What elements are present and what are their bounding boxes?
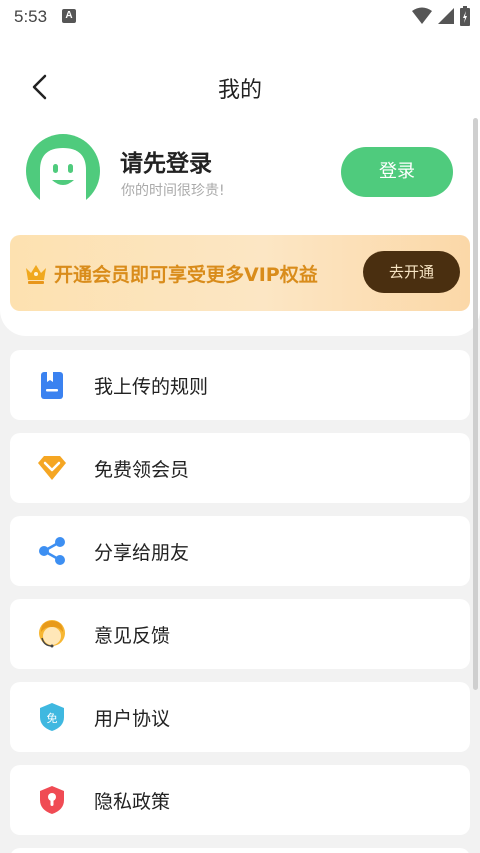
customer-service-icon xyxy=(39,620,65,648)
menu-item-label: 隐私政策 xyxy=(94,791,171,813)
menu-item-label: 免费领会员 xyxy=(94,459,190,481)
menu-item-label: 分享给朋友 xyxy=(94,542,190,564)
menu-item-feedback[interactable]: 意见反馈 xyxy=(10,599,470,669)
signal-icon xyxy=(438,8,454,24)
menu-item-label: 我上传的规则 xyxy=(94,376,209,398)
menu-item-share[interactable]: 分享给朋友 xyxy=(10,516,470,586)
shield-free-icon: 免 xyxy=(40,703,64,731)
avatar[interactable] xyxy=(26,134,100,208)
vip-banner-text: 开通会员即可享受更多VIP权益 xyxy=(54,264,318,286)
menu-item-free-membership[interactable]: 免费领会员 xyxy=(10,433,470,503)
status-bar: 5:53 A xyxy=(0,0,480,34)
vip-open-button[interactable]: 去开通 xyxy=(363,251,460,293)
page-title: 我的 xyxy=(217,78,262,103)
status-time: 5:53 xyxy=(14,7,48,26)
profile-panel: 我的 请先登录 你的时间很珍贵! 登录 开通会员即可享受更多VIP权益 去开通 xyxy=(0,34,480,336)
share-icon xyxy=(39,537,65,565)
shield-lock-icon xyxy=(40,786,64,814)
menu-item-partial xyxy=(10,848,470,853)
battery-icon xyxy=(460,6,470,26)
menu-item-my-uploaded-rules[interactable]: 我上传的规则 xyxy=(10,350,470,420)
menu-item-user-agreement[interactable]: 免 用户协议 xyxy=(10,682,470,752)
diamond-icon xyxy=(38,456,66,480)
login-prompt-title[interactable]: 请先登录 xyxy=(120,144,212,178)
status-icons xyxy=(412,6,470,26)
vip-banner[interactable]: 开通会员即可享受更多VIP权益 去开通 xyxy=(10,235,470,311)
notification-icon: A xyxy=(62,9,76,23)
menu-list: 我上传的规则 免费领会员 分享给朋友 意见反馈 免 用户协议 隐私政策 xyxy=(10,350,470,848)
crown-icon xyxy=(26,265,46,284)
menu-item-privacy-policy[interactable]: 隐私政策 xyxy=(10,765,470,835)
menu-item-label: 用户协议 xyxy=(94,708,171,730)
menu-item-label: 意见反馈 xyxy=(94,625,171,647)
wifi-icon xyxy=(412,7,432,24)
svg-text:免: 免 xyxy=(47,711,58,725)
scrollbar[interactable] xyxy=(473,118,478,690)
book-icon xyxy=(41,372,63,399)
login-prompt-subtitle: 你的时间很珍贵! xyxy=(121,183,225,199)
login-button[interactable]: 登录 xyxy=(341,147,453,197)
